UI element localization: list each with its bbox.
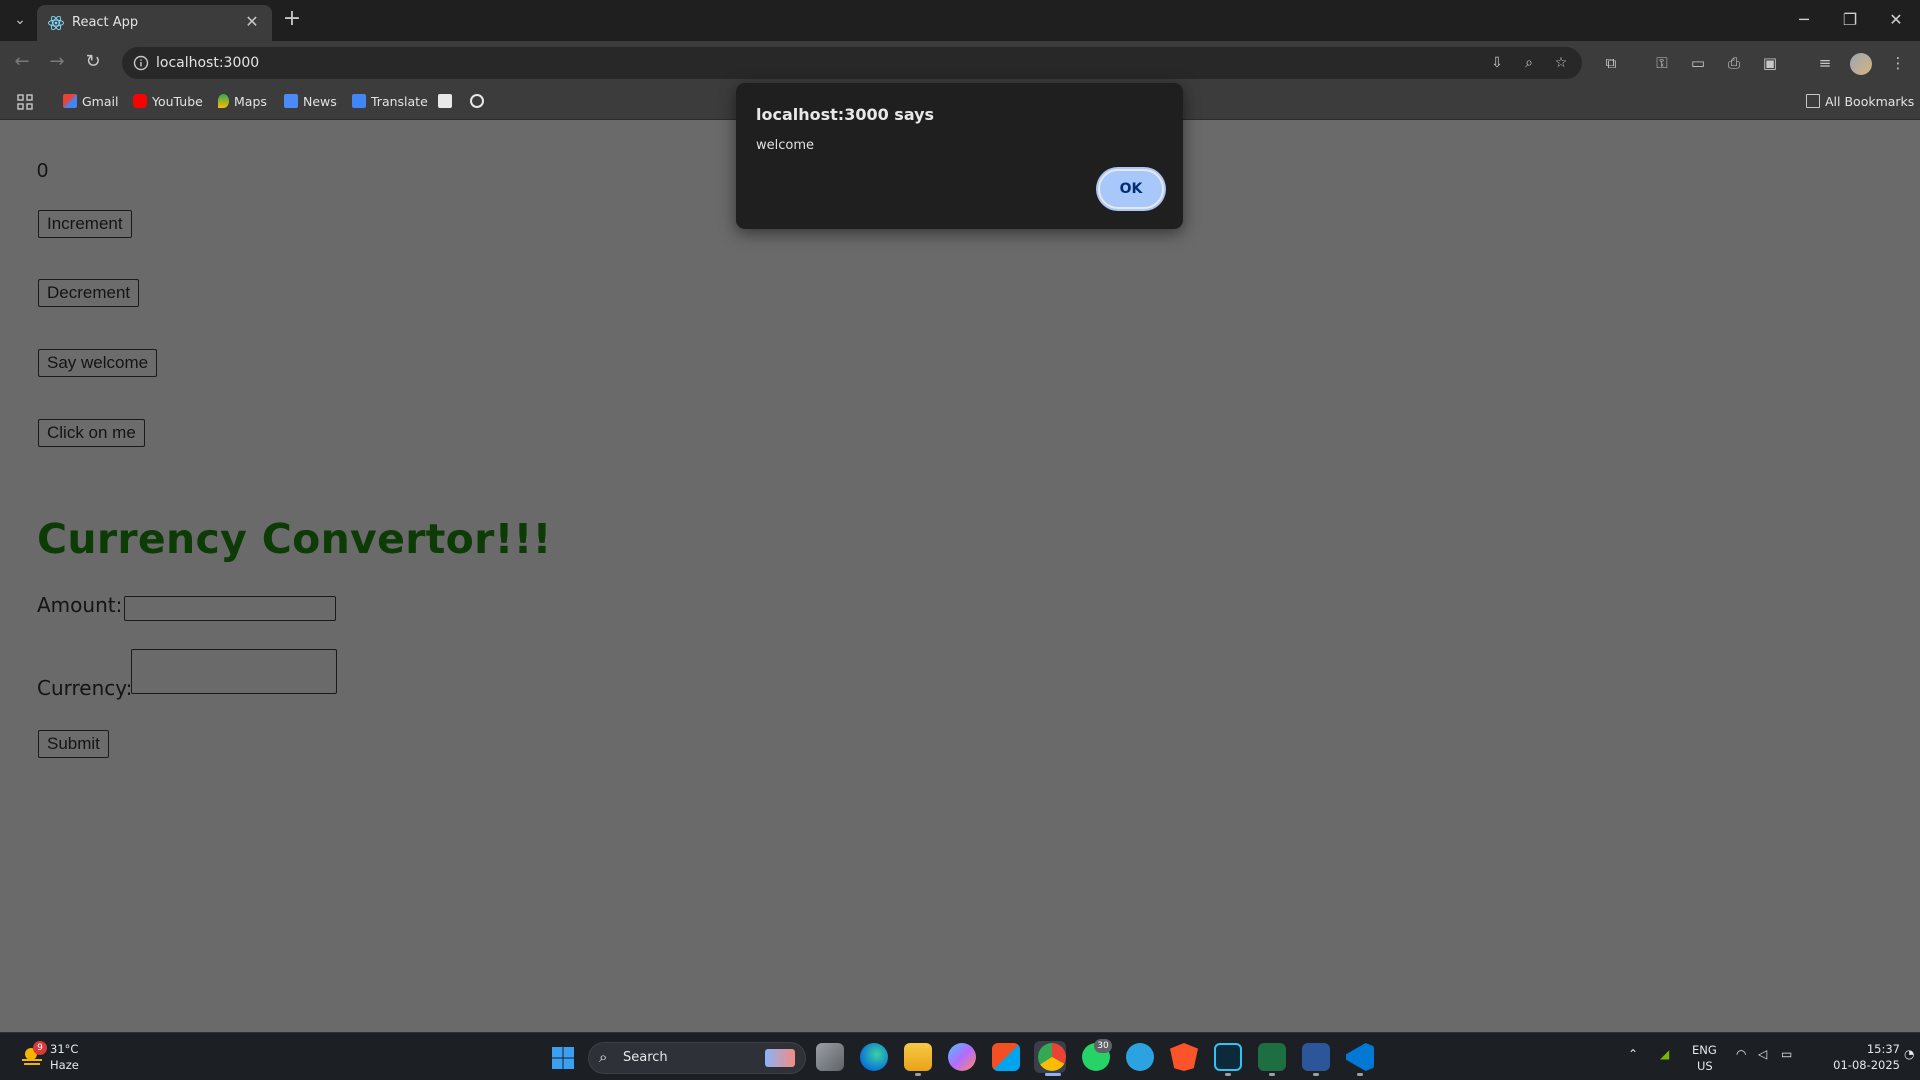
counter-value: 0 <box>37 160 49 182</box>
submit-button[interactable]: Submit <box>38 730 109 758</box>
site-info-icon[interactable] <box>130 52 152 74</box>
currency-textarea[interactable] <box>131 649 337 694</box>
region-indicator[interactable]: US <box>1697 1059 1713 1073</box>
taskbar-search[interactable]: ⌕ Search <box>588 1042 806 1074</box>
vscode-icon[interactable] <box>1346 1043 1374 1071</box>
gmail-icon <box>63 94 77 108</box>
microsoft-store-icon[interactable] <box>992 1043 1020 1071</box>
apps-grid-icon[interactable] <box>16 93 34 111</box>
translate-icon <box>352 94 366 108</box>
whatsapp-badge: 30 <box>1094 1039 1112 1053</box>
amount-label: Amount: <box>37 593 123 617</box>
currency-label: Currency: <box>37 676 133 700</box>
say-welcome-button[interactable]: Say welcome <box>38 349 158 377</box>
maps-pin-icon <box>218 94 229 108</box>
react-logo-icon <box>48 15 64 31</box>
globe-icon <box>470 94 484 108</box>
brave-browser-icon[interactable] <box>1170 1043 1198 1071</box>
wifi-icon[interactable]: ◠ <box>1736 1047 1746 1061</box>
click-on-me-button[interactable]: Click on me <box>38 419 145 447</box>
bookmark-youtube[interactable]: YouTube <box>133 92 203 112</box>
dev-tool-icon[interactable] <box>1214 1043 1242 1071</box>
reload-icon[interactable]: ↻ <box>79 48 107 76</box>
dev-tool-running-indicator <box>1225 1073 1231 1076</box>
tab-react-app[interactable]: React App ✕ <box>37 5 272 41</box>
search-highlight-icon <box>765 1049 795 1067</box>
amount-input[interactable] <box>124 596 336 621</box>
weather-condition[interactable]: Haze <box>50 1058 79 1072</box>
folder-icon <box>1806 94 1820 108</box>
address-bar[interactable]: localhost:3000 ⇩ ⌕ ☆ <box>122 47 1582 79</box>
minimize-icon[interactable]: ─ <box>1784 6 1824 34</box>
tab-strip: ⌄ React App ✕ + ─ ❐ ✕ <box>0 0 1920 41</box>
dialog-title: localhost:3000 says <box>756 105 935 124</box>
increment-button[interactable]: Increment <box>38 210 132 238</box>
youtube-icon <box>133 94 147 108</box>
battery-icon[interactable]: ▭ <box>1781 1047 1792 1061</box>
forward-arrow-icon[interactable]: → <box>43 48 71 76</box>
file-explorer-icon[interactable] <box>904 1043 932 1071</box>
close-window-icon[interactable]: ✕ <box>1876 6 1916 34</box>
word-icon[interactable] <box>1302 1043 1330 1071</box>
word-running-indicator <box>1313 1073 1319 1076</box>
search-icon: ⌕ <box>599 1048 608 1066</box>
nvidia-tray-icon[interactable]: ◢ <box>1660 1047 1669 1061</box>
chrome-icon[interactable] <box>1038 1043 1066 1071</box>
notifications-bell-icon[interactable]: ◔ <box>1904 1047 1914 1061</box>
windows-start-icon[interactable] <box>551 1046 575 1070</box>
url-text: localhost:3000 <box>156 55 260 71</box>
copilot-icon[interactable] <box>948 1043 976 1071</box>
media-queue-icon[interactable]: ≡ <box>1811 49 1839 77</box>
tab-search-chevron-icon[interactable]: ⌄ <box>8 8 32 32</box>
weather-temperature[interactable]: 31°C <box>50 1042 78 1056</box>
bookmark-maps[interactable]: Maps <box>218 92 267 112</box>
dialog-message: welcome <box>756 138 815 153</box>
extensions-puzzle-icon[interactable]: ⧉ <box>1597 49 1625 77</box>
password-key-icon[interactable]: ⚿ <box>1648 49 1676 77</box>
install-app-icon[interactable]: ⇩ <box>1485 52 1509 74</box>
payment-card-icon[interactable]: ▭ <box>1684 49 1712 77</box>
new-tab-plus-icon[interactable]: + <box>280 8 304 32</box>
page-viewport: 0 Increment Decrement Say welcome Click … <box>0 120 1920 1032</box>
restore-icon[interactable]: ❐ <box>1830 6 1870 34</box>
tab-title: React App <box>72 15 139 30</box>
edge-browser-icon[interactable] <box>860 1043 888 1071</box>
profile-avatar[interactable] <box>1850 53 1872 75</box>
bookmark-star-icon[interactable]: ☆ <box>1549 52 1573 74</box>
bookmark-news[interactable]: News <box>284 92 337 112</box>
telegram-icon[interactable] <box>1126 1043 1154 1071</box>
bookmark-translate[interactable]: Translate <box>352 92 428 112</box>
show-hidden-icons-chevron-icon[interactable]: ⌃ <box>1628 1047 1638 1061</box>
language-indicator[interactable]: ENG <box>1692 1043 1717 1057</box>
bookmark-globe[interactable] <box>470 92 489 112</box>
bookmark-folder-calendar[interactable] <box>438 92 457 112</box>
tab-close-icon[interactable]: ✕ <box>242 12 262 32</box>
clock-time[interactable]: 15:37 <box>1850 1042 1900 1056</box>
print-icon[interactable]: ⎙ <box>1720 49 1748 77</box>
excel-running-indicator <box>1269 1073 1275 1076</box>
vscode-running-indicator <box>1357 1073 1363 1076</box>
news-icon <box>284 94 298 108</box>
weather-badge: 9 <box>33 1041 47 1055</box>
task-view-icon[interactable] <box>816 1043 844 1071</box>
volume-icon[interactable]: ◁ <box>1758 1047 1767 1061</box>
calendar-icon <box>438 94 452 108</box>
dialog-ok-button[interactable]: OK <box>1098 169 1164 209</box>
cast-device-icon[interactable]: ▣ <box>1756 49 1784 77</box>
all-bookmarks[interactable]: All Bookmarks <box>1806 92 1914 112</box>
kebab-menu-icon[interactable]: ⋮ <box>1884 49 1912 77</box>
file-explorer-running-indicator <box>915 1073 921 1076</box>
bookmark-gmail[interactable]: Gmail <box>63 92 118 112</box>
clock-date[interactable]: 01-08-2025 <box>1814 1058 1900 1072</box>
currency-converter-heading: Currency Convertor!!! <box>37 515 552 563</box>
windows-taskbar: 9 31°C Haze ⌕ Search 30 ⌃ ◢ ENG US ◠ ◁ ▭… <box>0 1032 1920 1080</box>
back-arrow-icon[interactable]: ← <box>8 48 36 76</box>
chrome-active-indicator <box>1045 1073 1061 1076</box>
browser-toolbar: ← → ↻ localhost:3000 ⇩ ⌕ ☆ ⧉ ⚿ ▭ ⎙ ▣ ≡ ⋮ <box>0 41 1920 84</box>
search-label: Search <box>623 1050 668 1065</box>
decrement-button[interactable]: Decrement <box>38 279 140 307</box>
zoom-icon[interactable]: ⌕ <box>1517 52 1541 74</box>
excel-icon[interactable] <box>1258 1043 1286 1071</box>
